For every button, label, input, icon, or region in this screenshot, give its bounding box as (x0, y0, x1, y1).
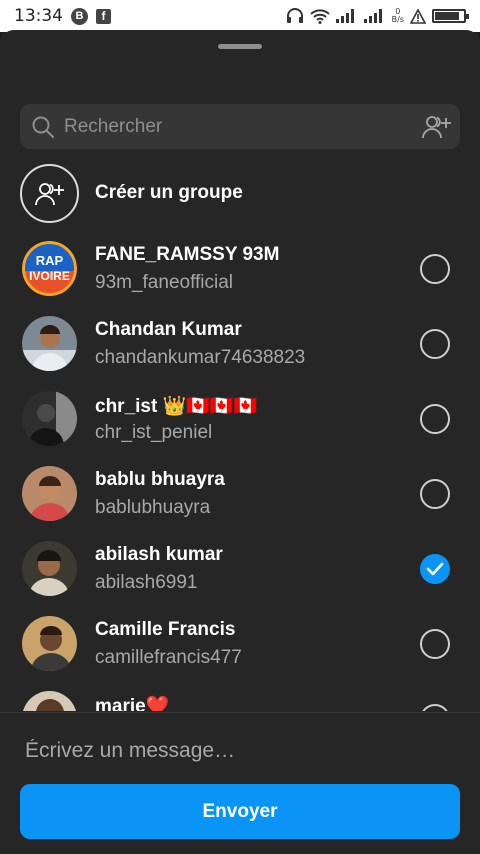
message-input[interactable] (20, 731, 460, 771)
status-time: 13:34 (14, 6, 63, 26)
signal-icon (335, 9, 354, 23)
contact-username: chr_ist_peniel (95, 422, 213, 443)
search-bar[interactable] (20, 104, 460, 149)
share-sheet: Créer un groupe RAP IVOIRE FANE_RAMSSY 9… (0, 30, 480, 854)
contact-name: FANE_RAMSSY 93M (95, 244, 280, 265)
contact-row[interactable]: abilash kumar abilash6991 (0, 541, 480, 615)
select-radio[interactable] (420, 479, 450, 509)
contact-row[interactable]: bablu bhuayra bablubhuayra (0, 466, 480, 540)
contact-name: marie❤️ (95, 696, 170, 711)
avatar (22, 316, 77, 371)
recipient-list[interactable]: Créer un groupe RAP IVOIRE FANE_RAMSSY 9… (0, 150, 480, 711)
contact-row[interactable]: Chandan Kumar chandankumar74638823 (0, 316, 480, 390)
contact-username: bablubhuayra (95, 497, 211, 518)
avatar-logo-text: IVOIRE (29, 269, 70, 283)
b-notification-icon: B (71, 7, 88, 25)
contact-name: Camille Francis (95, 619, 236, 640)
network-speed: 0 B/s (392, 8, 404, 24)
contact-username: 93m_faneofficial (95, 272, 234, 293)
checkmark-icon (426, 562, 444, 576)
select-radio[interactable] (420, 704, 450, 711)
avatar (22, 466, 77, 521)
avatar (22, 616, 77, 671)
select-radio[interactable] (420, 254, 450, 284)
add-group-icon (34, 182, 64, 205)
avatar (22, 541, 77, 596)
avatar: RAP IVOIRE (22, 241, 77, 296)
contact-name: bablu bhuayra (95, 469, 225, 490)
select-radio-checked[interactable] (420, 554, 450, 584)
battery-icon (432, 9, 469, 23)
avatar-logo-text: RAP (36, 253, 64, 268)
drag-handle[interactable] (218, 44, 262, 49)
create-group-row[interactable]: Créer un groupe (0, 164, 480, 238)
select-radio[interactable] (420, 329, 450, 359)
contact-row[interactable]: Camille Francis camillefrancis477 (0, 616, 480, 690)
contact-username: abilash6991 (95, 572, 198, 593)
contact-row[interactable]: RAP IVOIRE FANE_RAMSSY 93M 93m_faneoffic… (0, 241, 480, 315)
status-bar: 13:34 B f 0 B/s (0, 0, 480, 32)
headphones-icon (286, 8, 303, 23)
send-button[interactable]: Envoyer (20, 784, 460, 839)
create-group-button[interactable] (20, 164, 79, 223)
select-radio[interactable] (420, 404, 450, 434)
contact-name: chr_ist 👑🇨🇦🇨🇦🇨🇦 (95, 396, 258, 417)
battery-level (435, 12, 459, 20)
footer: Envoyer (0, 712, 480, 854)
network-speed-unit: B/s (391, 15, 404, 24)
contact-row[interactable]: marie❤️ (0, 691, 480, 711)
facebook-icon: f (96, 8, 111, 24)
search-input[interactable] (64, 104, 404, 149)
contact-name: Chandan Kumar (95, 319, 242, 340)
avatar (22, 691, 77, 711)
alert-icon (410, 8, 426, 24)
contact-row[interactable]: chr_ist 👑🇨🇦🇨🇦🇨🇦 chr_ist_peniel (0, 391, 480, 465)
wifi-icon (309, 9, 330, 24)
search-icon (32, 116, 54, 138)
contact-username: camillefrancis477 (95, 647, 242, 668)
contact-name: abilash kumar (95, 544, 223, 565)
signal-icon (363, 9, 382, 23)
avatar (22, 391, 77, 446)
contact-username: chandankumar74638823 (95, 347, 306, 368)
add-people-icon[interactable] (422, 114, 452, 140)
select-radio[interactable] (420, 629, 450, 659)
status-indicators: 0 B/s (286, 8, 469, 24)
create-group-label: Créer un groupe (95, 182, 243, 203)
